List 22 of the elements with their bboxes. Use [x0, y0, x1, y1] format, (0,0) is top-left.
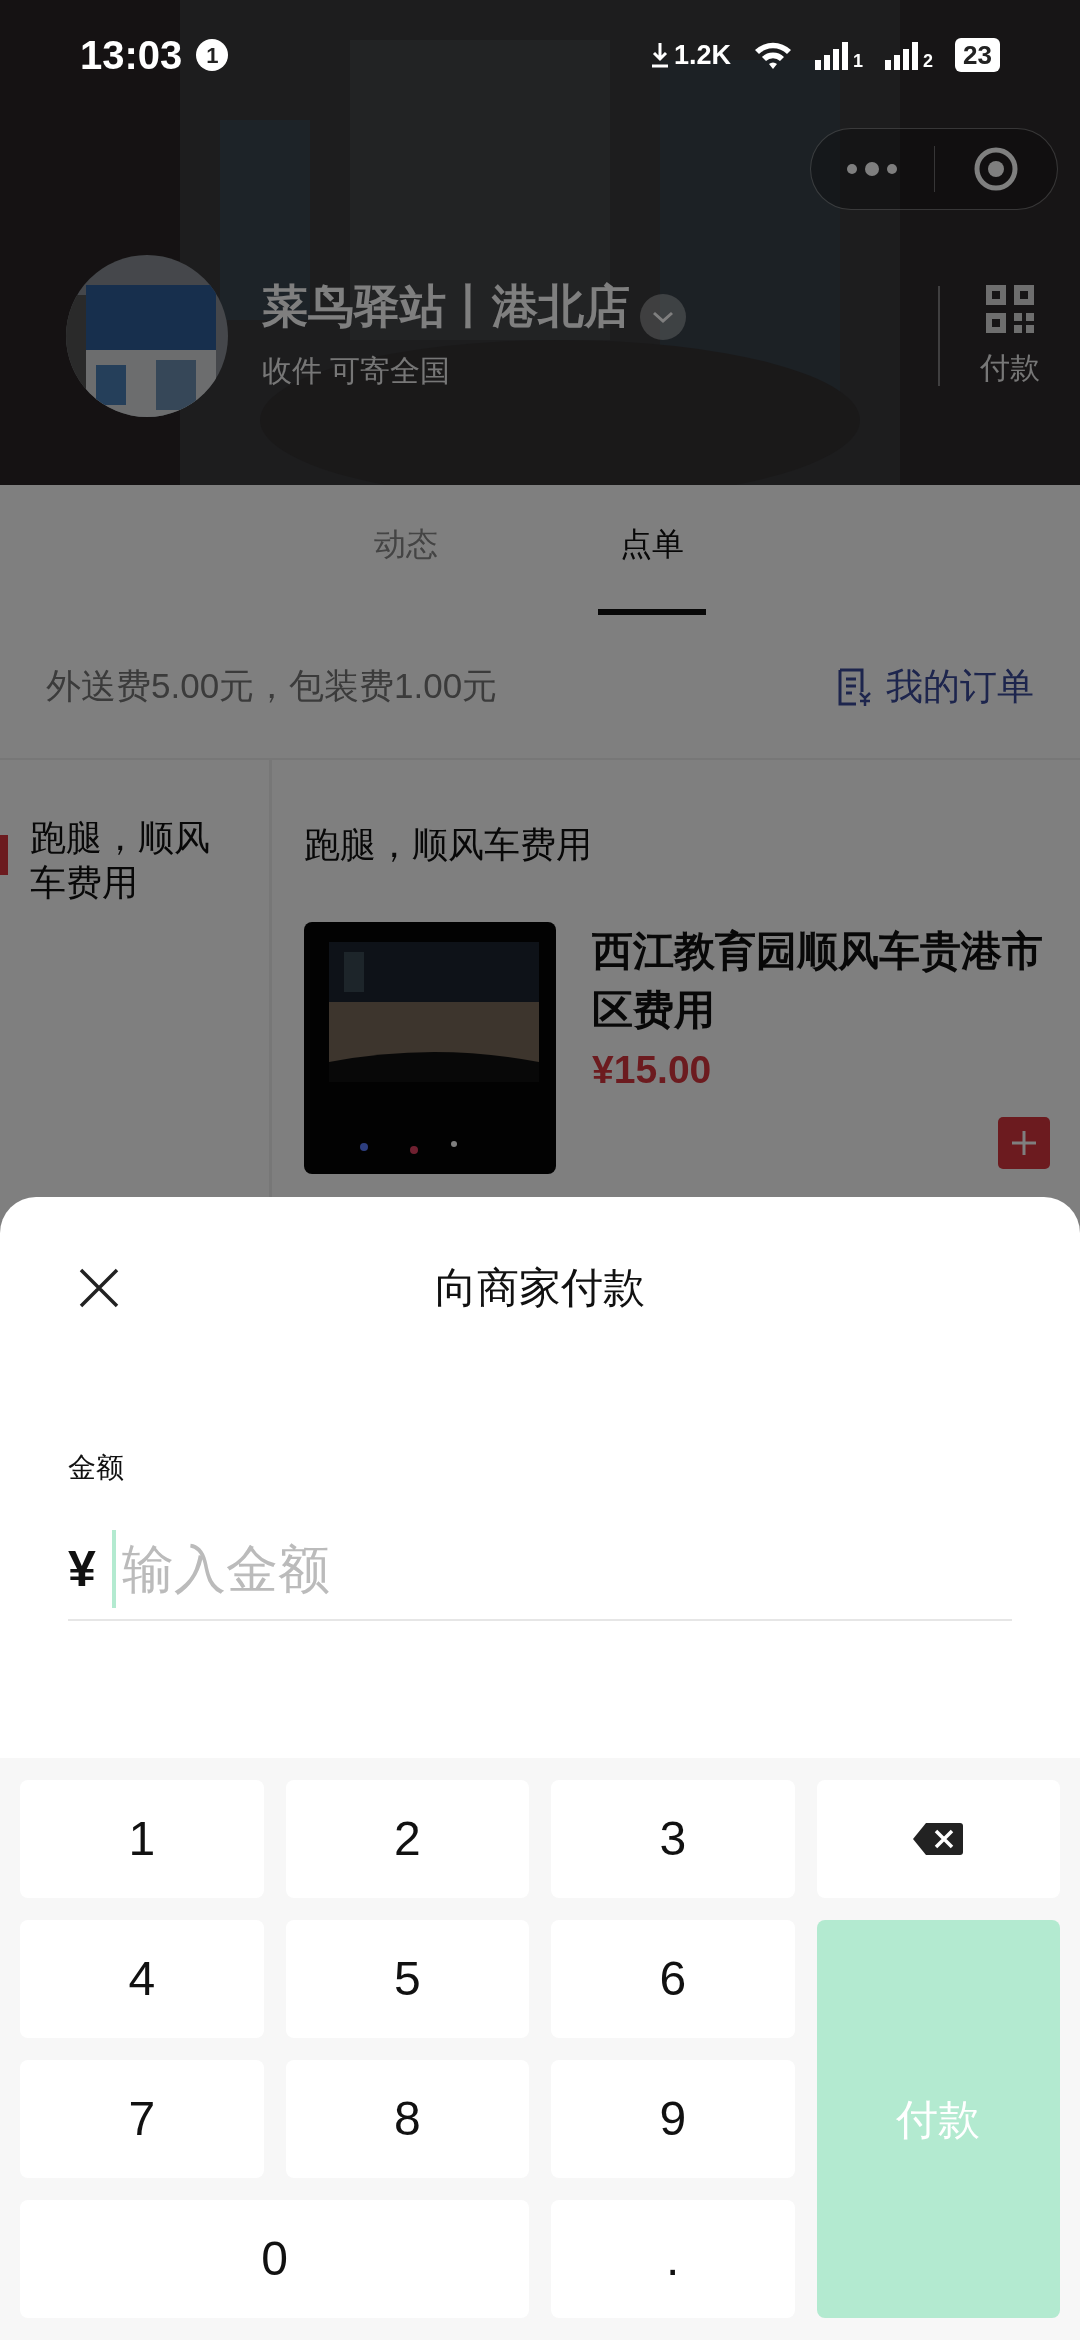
my-orders-link[interactable]: 我的订单	[836, 658, 1034, 715]
section-title: 跑腿，顺风车费用	[304, 823, 593, 867]
keypad-key[interactable]: 4	[20, 1920, 264, 2038]
keypad-key[interactable]: 6	[551, 1920, 795, 2038]
keypad-key[interactable]: 5	[285, 1920, 529, 2038]
keypad-key[interactable]: 3	[551, 1780, 795, 1898]
product-title: 西江教育园顺风车贵港市区费用	[592, 927, 1044, 1036]
amount-input[interactable]: 输入金额	[111, 1530, 1012, 1608]
sheet-title: 向商家付款	[435, 1262, 645, 1313]
keypad-key[interactable]: 9	[551, 2060, 795, 2178]
keypad-key[interactable]: 2	[285, 1780, 529, 1898]
currency-symbol: ¥	[68, 1539, 96, 1599]
delivery-fee-note: 外送费5.00元，包装费1.00元	[46, 665, 498, 708]
tab[interactable]: 点单	[598, 510, 706, 615]
amount-label: 金额	[67, 1451, 125, 1485]
keypad-key[interactable]: .	[551, 2200, 795, 2318]
keypad-key[interactable]: 7	[20, 2060, 264, 2178]
category-item[interactable]: 跑腿，顺风车费用	[0, 815, 269, 905]
keypad-key[interactable]: 1	[20, 1780, 264, 1898]
product-price: ¥15.00	[592, 1046, 713, 1093]
keypad-key[interactable]: 8	[285, 2060, 529, 2178]
keypad-key[interactable]: 0	[20, 2200, 529, 2318]
